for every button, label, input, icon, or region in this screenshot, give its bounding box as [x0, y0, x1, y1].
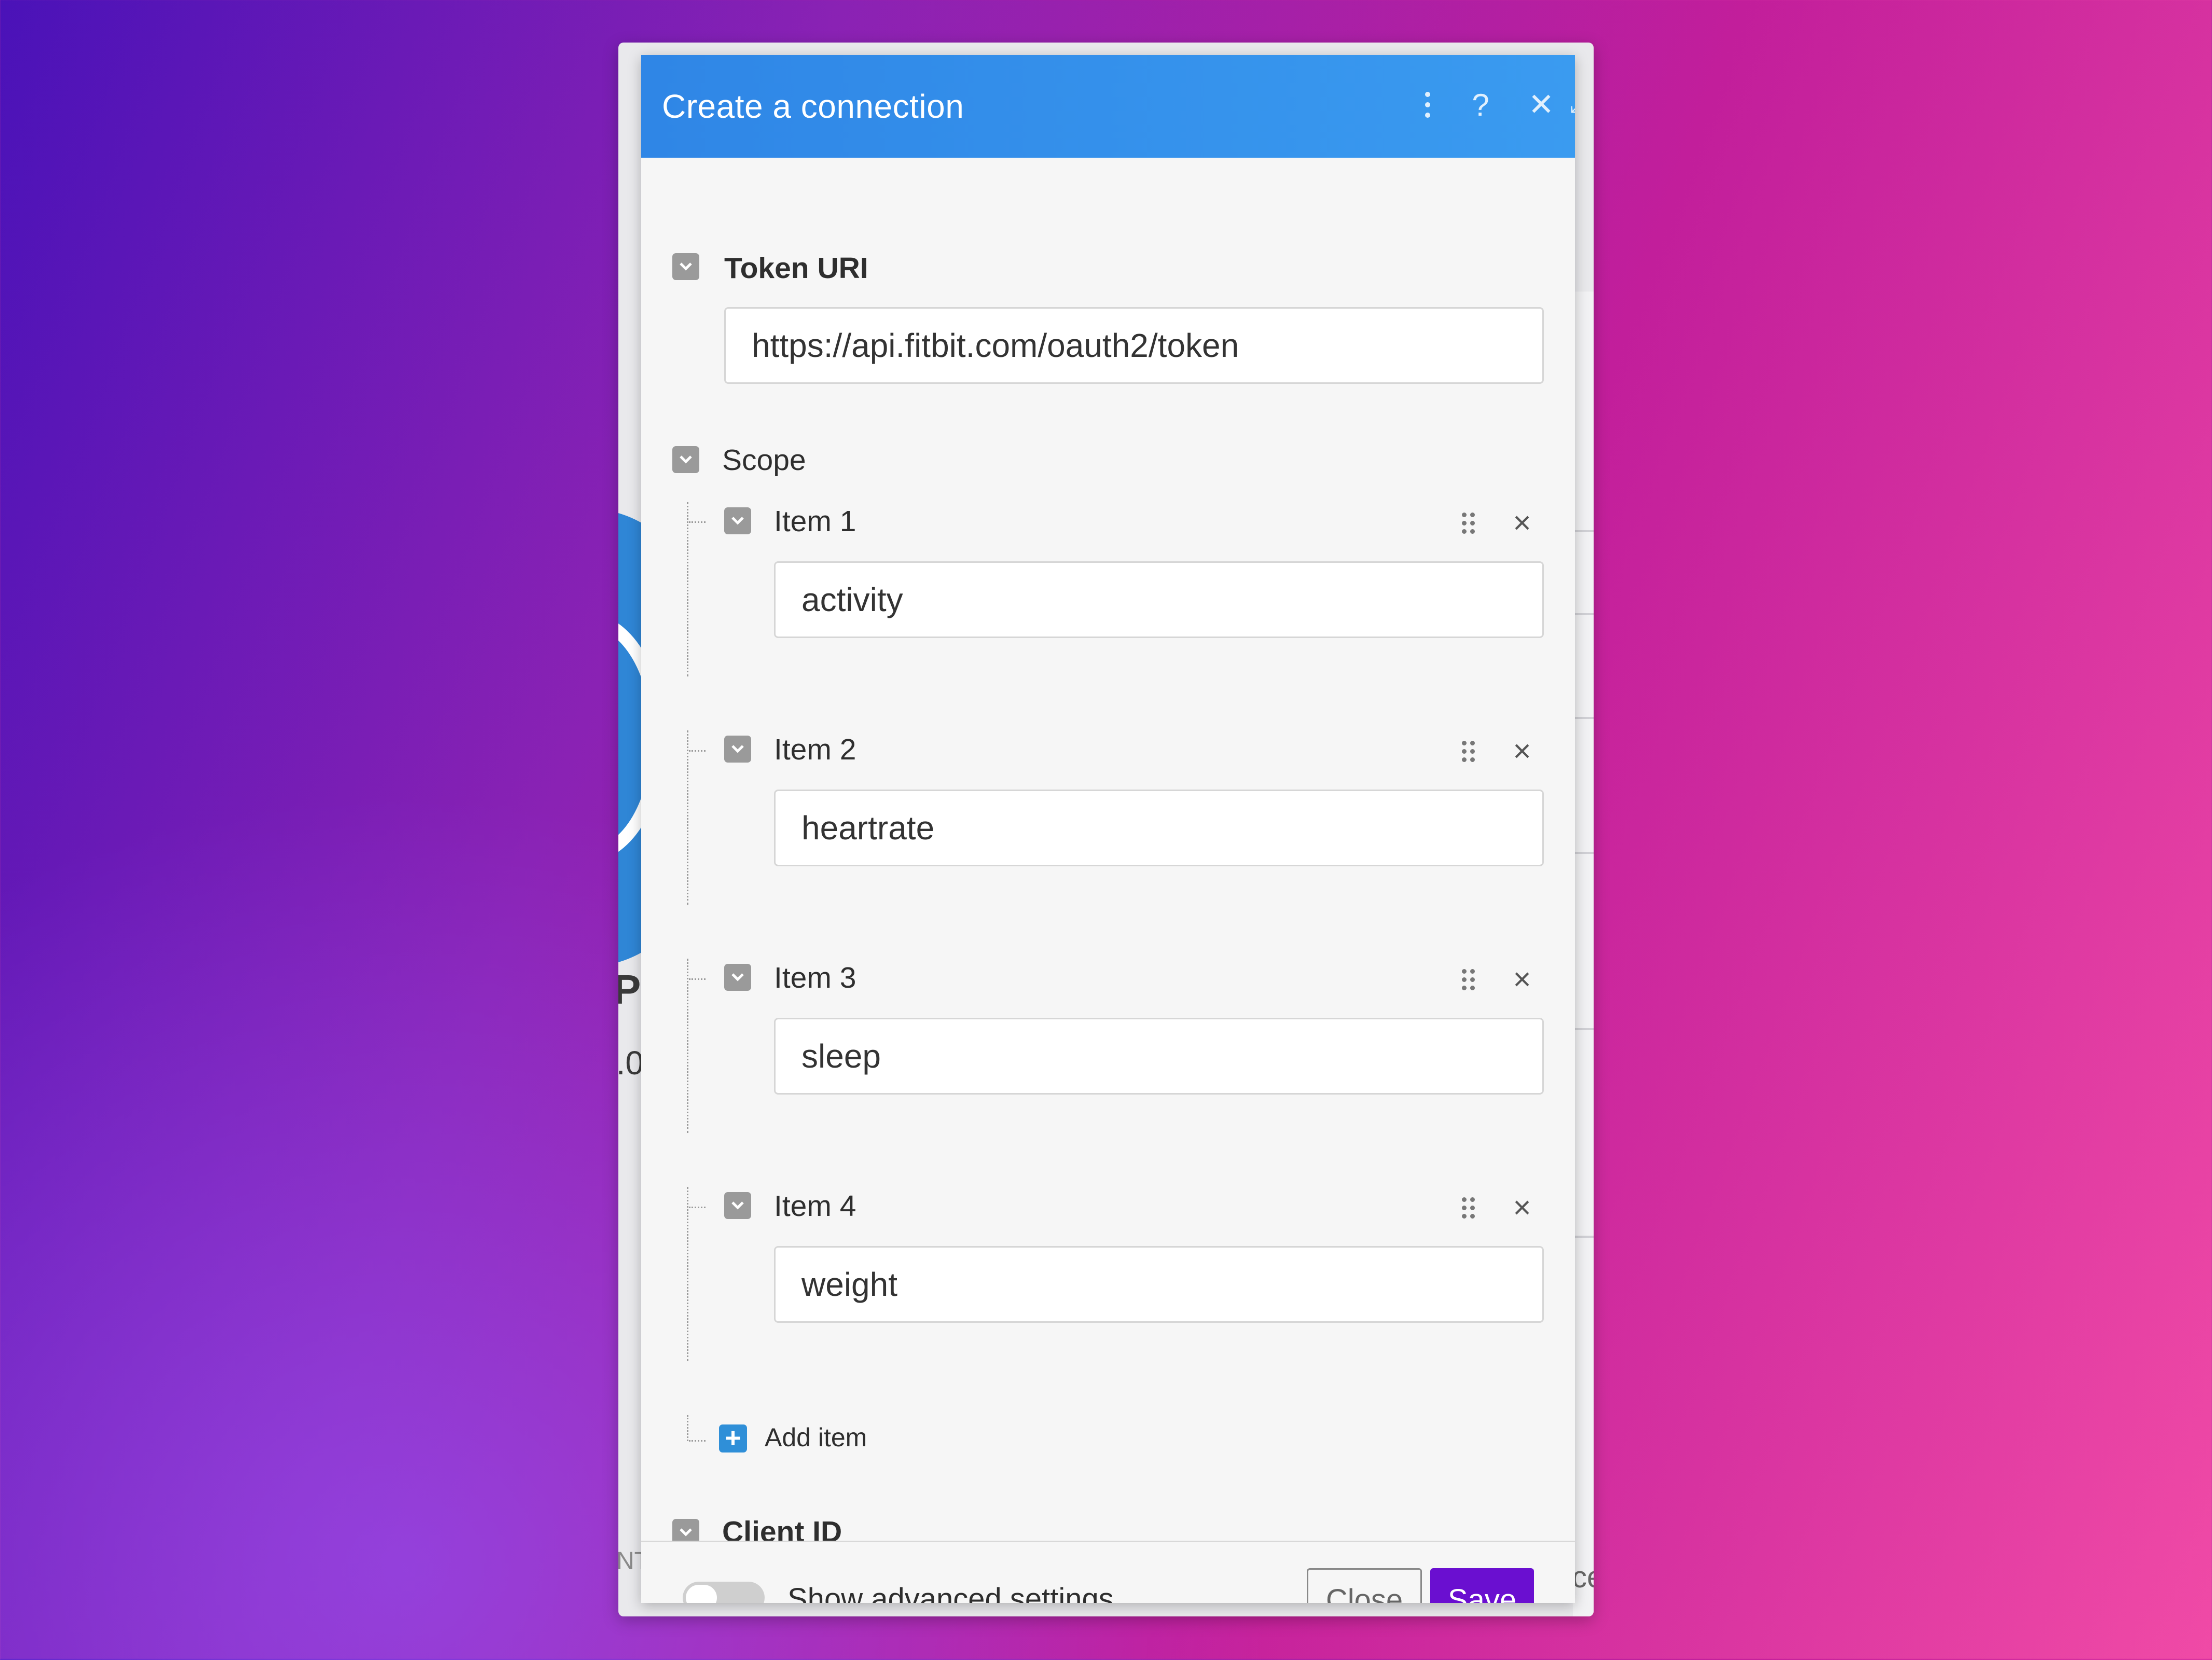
item-1-label: Item 1 [774, 505, 856, 538]
tree-branch [689, 1207, 706, 1208]
chevron-down-icon [731, 745, 744, 753]
create-connection-dialog: Create a connection ? ✕ ⤢ Token URI http… [641, 55, 1575, 1603]
dialog-title: Create a connection [662, 88, 964, 125]
scope-collapse-toggle[interactable] [672, 446, 699, 473]
item-1-remove-icon[interactable]: × [1506, 507, 1538, 538]
tree-line [687, 1415, 688, 1441]
plus-icon: + [719, 1424, 747, 1453]
advanced-settings-label: Show advanced settings [787, 1582, 1114, 1603]
background-divider [1573, 1236, 1594, 1238]
close-button[interactable]: Close [1307, 1568, 1422, 1603]
background-divider [1573, 1028, 1594, 1030]
kebab-icon[interactable] [1407, 84, 1448, 126]
item-4-label: Item 4 [774, 1189, 856, 1223]
client-id-collapse-toggle[interactable] [672, 1519, 699, 1541]
tree-branch [689, 750, 706, 752]
chevron-down-icon [680, 1528, 692, 1537]
tree-branch [689, 1440, 706, 1442]
dialog-footer: Show advanced settings Close Save [641, 1541, 1575, 1603]
background-divider [1573, 530, 1594, 532]
dialog-header: Create a connection ? ✕ ⤢ [641, 55, 1575, 158]
tree-branch [689, 521, 706, 523]
item-1-input[interactable]: activity [774, 561, 1544, 638]
item-4-remove-icon[interactable]: × [1506, 1192, 1538, 1223]
tree-branch [689, 978, 706, 980]
expand-icon[interactable]: ⤢ [1558, 84, 1575, 126]
item-2-label: Item 2 [774, 733, 856, 766]
item-3-remove-icon[interactable]: × [1506, 964, 1538, 995]
item-4-input[interactable]: weight [774, 1246, 1544, 1323]
item-3-drag-handle[interactable] [1461, 968, 1476, 991]
background-version-fragment: 2.0 [618, 1044, 644, 1082]
token-uri-label: Token URI [724, 252, 868, 285]
add-item-label: Add item [765, 1423, 867, 1452]
background-divider [1573, 852, 1594, 854]
tree-line [687, 959, 688, 1133]
background-strip [1573, 292, 1594, 1616]
chevron-down-icon [680, 455, 692, 464]
chevron-down-icon [680, 262, 692, 271]
client-id-label: Client ID [722, 1515, 842, 1541]
background-divider [1573, 613, 1594, 615]
close-icon[interactable]: ✕ [1520, 84, 1562, 126]
add-item-button[interactable]: + Add item [719, 1419, 906, 1456]
item-1-drag-handle[interactable] [1461, 511, 1476, 534]
item-2-collapse-toggle[interactable] [724, 736, 751, 763]
item-2-input[interactable]: heartrate [774, 790, 1544, 866]
advanced-settings-toggle[interactable] [683, 1582, 765, 1603]
tree-line [687, 730, 688, 905]
item-4-collapse-toggle[interactable] [724, 1192, 751, 1219]
background-button-fragment: ce [1572, 1560, 1594, 1594]
token-uri-collapse-toggle[interactable] [672, 253, 699, 280]
tree-line [687, 1187, 688, 1361]
item-2-drag-handle[interactable] [1461, 740, 1476, 763]
item-3-label: Item 3 [774, 961, 856, 994]
item-3-collapse-toggle[interactable] [724, 964, 751, 991]
item-4-drag-handle[interactable] [1461, 1196, 1476, 1219]
scope-label: Scope [722, 444, 806, 477]
toggle-knob [686, 1585, 717, 1603]
token-uri-input[interactable]: https://api.fitbit.com/oauth2/token [724, 307, 1544, 384]
chevron-down-icon [731, 973, 744, 981]
save-button[interactable]: Save [1430, 1568, 1534, 1603]
item-2-remove-icon[interactable]: × [1506, 736, 1538, 767]
item-3-input[interactable]: sleep [774, 1018, 1544, 1095]
background-divider [1573, 717, 1594, 719]
item-1-collapse-toggle[interactable] [724, 507, 751, 534]
dialog-content: Token URI https://api.fitbit.com/oauth2/… [641, 158, 1575, 1541]
background-title-fragment: P [618, 966, 641, 1013]
chevron-down-icon [731, 517, 744, 525]
help-icon[interactable]: ? [1460, 84, 1501, 126]
tree-line [687, 502, 688, 676]
chevron-down-icon [731, 1201, 744, 1210]
